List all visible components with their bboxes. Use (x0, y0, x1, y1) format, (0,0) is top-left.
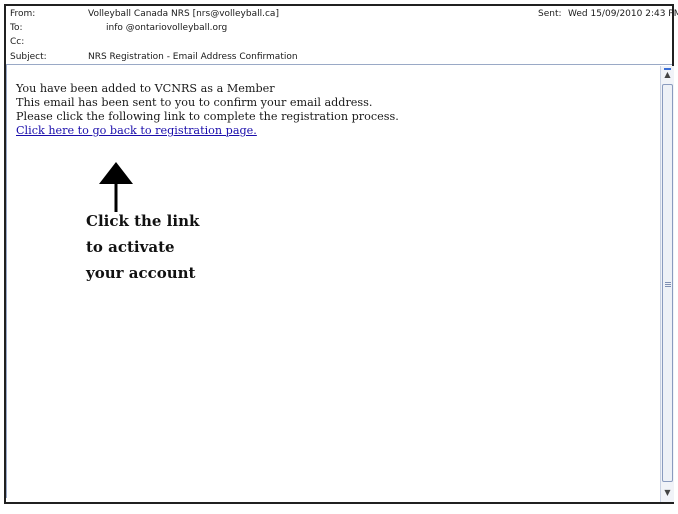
to-label: To: (10, 23, 23, 33)
from-value[interactable]: Volleyball Canada NRS [nrs@volleyball.ca… (88, 7, 279, 21)
subject-label: Subject: (10, 52, 47, 62)
from-label: From: (10, 9, 36, 19)
up-arrow-icon (99, 162, 133, 212)
annotation-line-1: Click the link (86, 212, 200, 230)
scrollbar-thumb[interactable] (662, 84, 673, 482)
annotation-text: Click the link to activate your account (86, 208, 199, 286)
registration-link[interactable]: Click here to go back to registration pa… (16, 124, 257, 137)
message-text: You have been added to VCNRS as a Member… (16, 82, 399, 138)
email-header: From: Volleyball Canada NRS [nrs@volleyb… (6, 6, 678, 68)
sent-value: Wed 15/09/2010 2:43 PM (568, 9, 678, 19)
scroll-down-icon[interactable]: ▼ (661, 486, 674, 500)
grip-line (665, 282, 671, 283)
grip-line (665, 286, 671, 287)
annotation-line-3: your account (86, 264, 196, 282)
message-line-1: You have been added to VCNRS as a Member (16, 82, 275, 95)
annotation-line-2: to activate (86, 238, 175, 256)
subject-value: NRS Registration - Email Address Confirm… (88, 52, 298, 62)
cc-label: Cc: (10, 37, 25, 47)
sent-label: Sent: (538, 9, 562, 19)
message-line-3: Please click the following link to compl… (16, 110, 399, 123)
scroll-up-icon[interactable]: ▲ (661, 68, 674, 82)
grip-line (665, 284, 671, 285)
to-value[interactable]: info @ontariovolleyball.org (106, 21, 227, 35)
vertical-scrollbar[interactable]: ▲ ▼ (660, 66, 674, 502)
message-line-2: This email has been sent to you to confi… (16, 96, 373, 109)
